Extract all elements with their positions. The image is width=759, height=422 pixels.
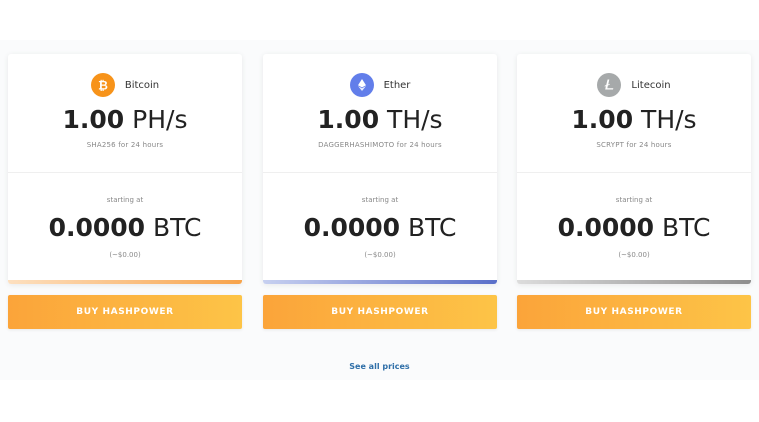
hashrate-value: 1.00 [571, 105, 634, 134]
card-price: starting at 0.0000 BTC (~$0.00) [517, 173, 751, 259]
pricing-card-bitcoin: ₿ Bitcoin 1.00 PH/s SHA256 for 24 hours … [8, 54, 242, 284]
price-unit: BTC [662, 213, 711, 242]
usd-equivalent: (~$0.00) [109, 251, 141, 259]
coin-name: Litecoin [631, 79, 671, 91]
card-price: starting at 0.0000 BTC (~$0.00) [263, 173, 497, 259]
price: 0.0000 BTC [8, 214, 242, 242]
see-all-prices-link[interactable]: See all prices [0, 362, 759, 371]
hashrate: 1.00 TH/s [517, 106, 751, 134]
litecoin-icon [597, 73, 622, 97]
card-header: Litecoin 1.00 TH/s SCRYPT for 24 hours [517, 54, 751, 173]
hashrate-unit: TH/s [641, 105, 697, 134]
accent-bar [517, 280, 751, 284]
hashrate: 1.00 TH/s [263, 106, 497, 134]
starting-at-label: starting at [615, 196, 653, 204]
algorithm-label: SCRYPT for 24 hours [596, 141, 672, 149]
starting-at-label: starting at [361, 196, 399, 204]
coin-name: Bitcoin [124, 79, 160, 91]
algorithm-label: DAGGERHASHIMOTO for 24 hours [318, 141, 442, 149]
hashrate-value: 1.00 [62, 105, 125, 134]
buy-hashpower-button-bitcoin[interactable]: BUY HASHPOWER [8, 295, 242, 329]
hashrate-value: 1.00 [317, 105, 380, 134]
price: 0.0000 BTC [517, 214, 751, 242]
coin-row: Ether [263, 54, 497, 98]
algorithm-label: SHA256 for 24 hours [86, 141, 164, 149]
card-header: ₿ Bitcoin 1.00 PH/s SHA256 for 24 hours [8, 54, 242, 173]
card-header: Ether 1.00 TH/s DAGGERHASHIMOTO for 24 h… [263, 54, 497, 173]
coin-name: Ether [383, 79, 411, 91]
usd-equivalent: (~$0.00) [364, 251, 396, 259]
accent-bar [8, 280, 242, 284]
ether-icon [349, 73, 374, 97]
price: 0.0000 BTC [263, 214, 497, 242]
hashrate-unit: PH/s [132, 105, 188, 134]
usd-equivalent: (~$0.00) [618, 251, 650, 259]
price-value: 0.0000 [303, 213, 401, 242]
price-value: 0.0000 [48, 213, 146, 242]
coin-row: Litecoin [517, 54, 751, 98]
pricing-section: ₿ Bitcoin 1.00 PH/s SHA256 for 24 hours … [0, 0, 759, 422]
hashrate: 1.00 PH/s [8, 106, 242, 134]
coin-row: ₿ Bitcoin [8, 54, 242, 98]
pricing-card-ether: Ether 1.00 TH/s DAGGERHASHIMOTO for 24 h… [263, 54, 497, 284]
price-unit: BTC [408, 213, 457, 242]
buy-hashpower-button-litecoin[interactable]: BUY HASHPOWER [517, 295, 751, 329]
buy-hashpower-button-ether[interactable]: BUY HASHPOWER [263, 295, 497, 329]
hashrate-unit: TH/s [387, 105, 443, 134]
bitcoin-icon: ₿ [90, 73, 115, 97]
card-price: starting at 0.0000 BTC (~$0.00) [8, 173, 242, 259]
starting-at-label: starting at [106, 196, 144, 204]
price-unit: BTC [153, 213, 202, 242]
svg-text:₿: ₿ [98, 79, 108, 93]
accent-bar [263, 280, 497, 284]
price-value: 0.0000 [557, 213, 655, 242]
pricing-card-litecoin: Litecoin 1.00 TH/s SCRYPT for 24 hours s… [517, 54, 751, 284]
